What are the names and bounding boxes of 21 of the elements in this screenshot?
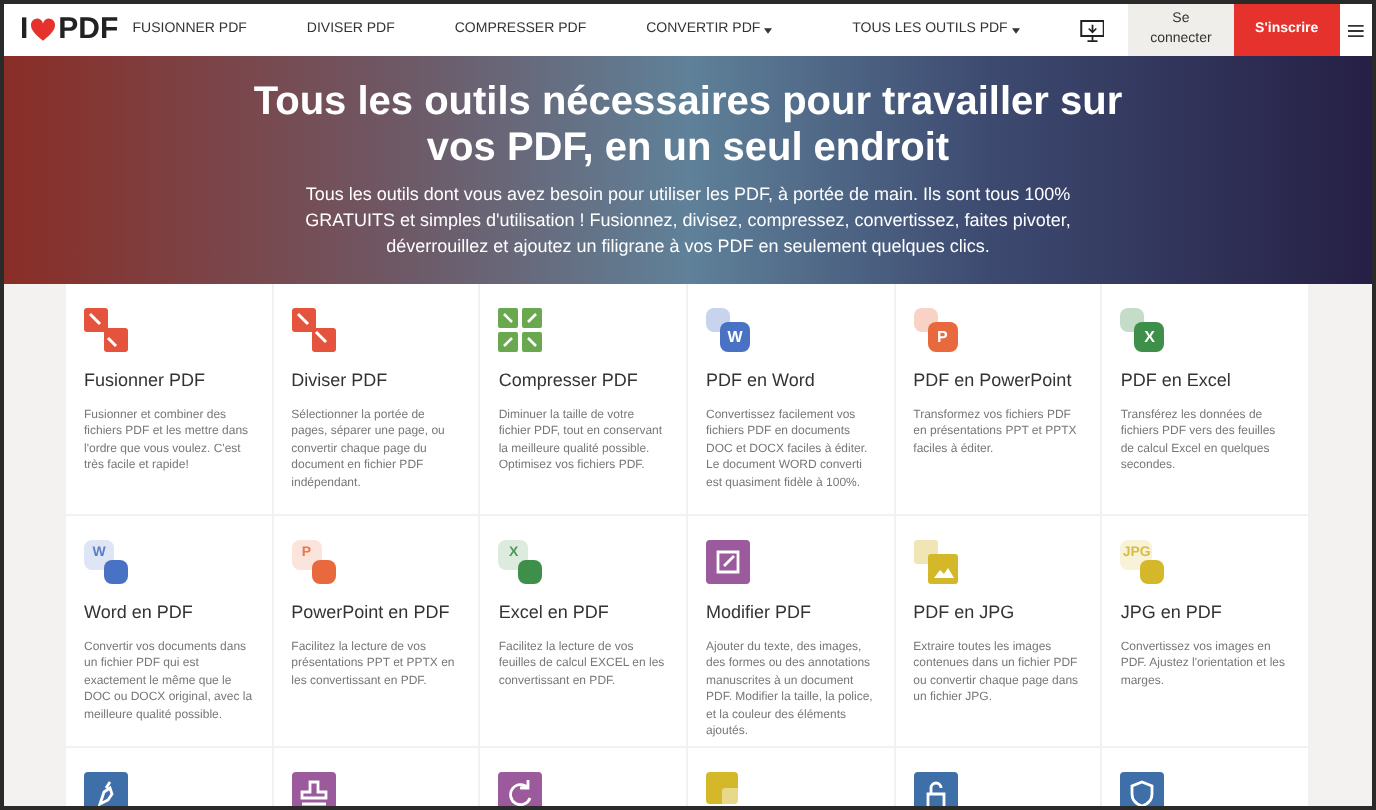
hero-subtitle: Tous les outils dont vous avez besoin pour utiliser les PDF, à portée de main. Ils sont tous 100% GRATUITS et simples d'utilisation ! Fusionnez, divisez, compressez, convertissez, faites pivoter, déverrouillez et ajoutez un filigrane à vos PDF en seulement quelques clics. <box>303 182 1073 260</box>
tool-title: Fusionner PDF <box>84 368 208 394</box>
tool-title: PDF en Word <box>705 368 817 394</box>
tool-title: PDF en JPG <box>913 600 1017 626</box>
tool-title: PowerPoint en PDF <box>291 600 452 626</box>
caret-icon[interactable] <box>764 27 773 33</box>
tool-title: Modifier PDF <box>705 600 813 626</box>
caret-icon[interactable] <box>1011 27 1020 33</box>
tool-title: PDF en PowerPoint <box>913 368 1074 394</box>
tool-title: Excel en PDF <box>498 600 611 626</box>
tool-title: Diviser PDF <box>291 368 390 394</box>
desktop-download-icon[interactable] <box>1079 15 1105 45</box>
menu-icon[interactable] <box>1348 21 1364 39</box>
edit-frame-icon <box>705 540 750 584</box>
tool-title: PDF en Excel <box>1120 368 1233 394</box>
logo[interactable]: I PDF <box>4 7 133 53</box>
tool-title: Word en PDF <box>84 600 195 626</box>
tool-title: Compresser PDF <box>498 368 640 394</box>
hero-title: Tous les outils nécessaires pour travailler sur vos PDF, en un seul endroit <box>251 80 1125 172</box>
tool-title: JPG en PDF <box>1120 600 1224 626</box>
heart-icon <box>30 18 57 42</box>
